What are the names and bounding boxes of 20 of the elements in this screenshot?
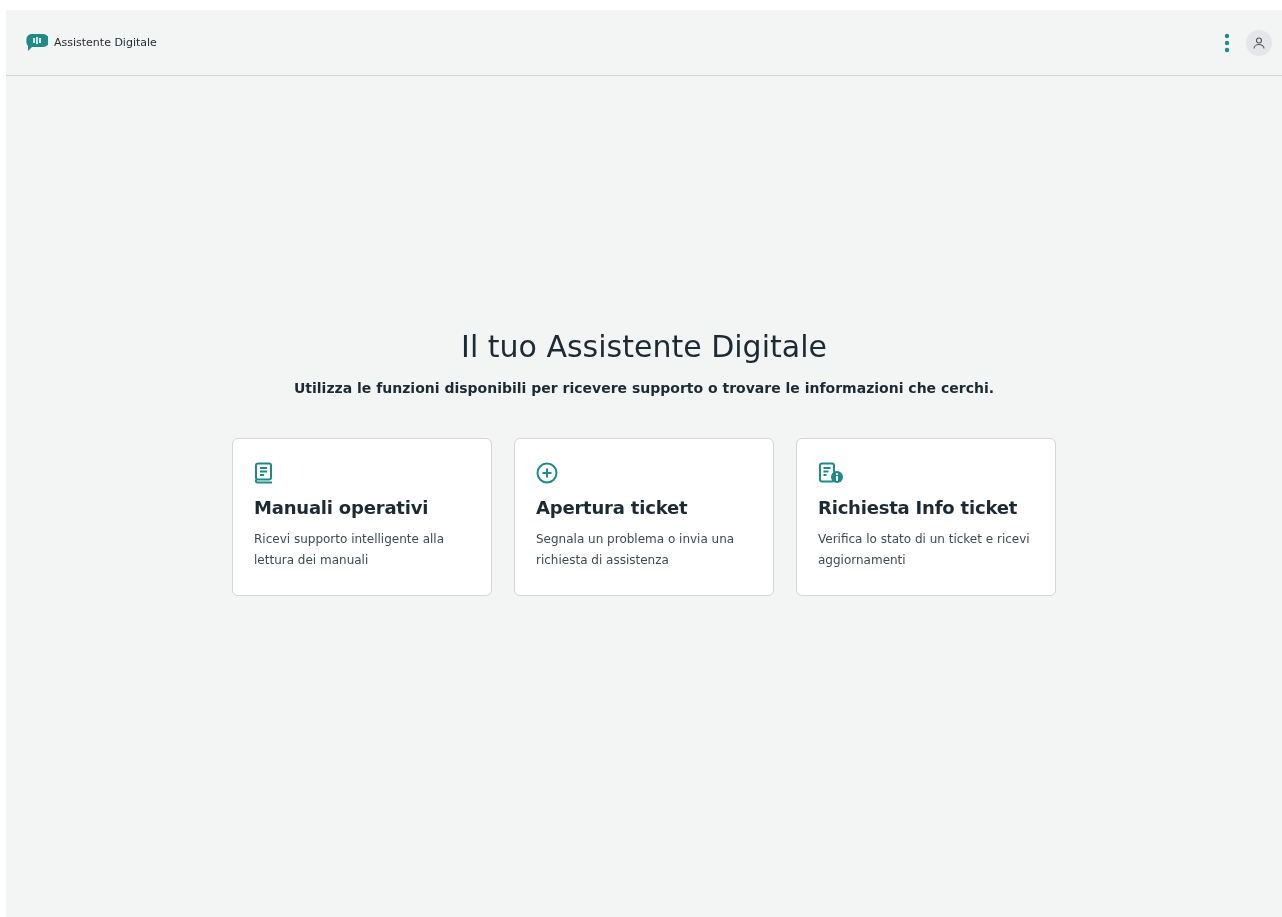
card-title: Richiesta Info ticket xyxy=(818,497,1019,518)
book-icon xyxy=(254,462,274,484)
page-subtitle: Utilizza le funzioni disponibili per ricevere supporto o trovare le informazioni che cerchi. xyxy=(293,380,995,396)
card-description: Segnala un problema o invia una richiesta di assistenza xyxy=(536,531,736,569)
app-name: Assistente Digitale xyxy=(54,36,157,49)
feature-card[interactable]: Manuali operativi Ricevi supporto intelligente alla lettura dei manuali xyxy=(232,438,492,596)
chat-logo-icon xyxy=(26,33,48,52)
feature-card[interactable]: Richiesta Info ticket Verifica lo stato di un ticket e ricevi aggiornamenti xyxy=(796,438,1056,596)
card-title: Apertura ticket xyxy=(536,497,689,518)
more-vertical-icon xyxy=(1224,32,1230,53)
user-icon xyxy=(1253,36,1265,49)
page-title: Il tuo Assistente Digitale xyxy=(461,329,827,364)
document-info-icon xyxy=(818,462,844,484)
more-menu-button[interactable] xyxy=(1224,32,1230,53)
feature-card[interactable]: Apertura ticket Segnala un problema o invia una richiesta di assistenza xyxy=(514,438,774,596)
card-title: Manuali operativi xyxy=(254,497,430,518)
card-description: Ricevi supporto intelligente alla lettura dei manuali xyxy=(254,531,446,569)
card-description: Verifica lo stato di un ticket e ricevi aggiornamenti xyxy=(818,531,1031,569)
add-circle-icon xyxy=(536,462,558,484)
user-avatar-button[interactable] xyxy=(1246,29,1272,56)
